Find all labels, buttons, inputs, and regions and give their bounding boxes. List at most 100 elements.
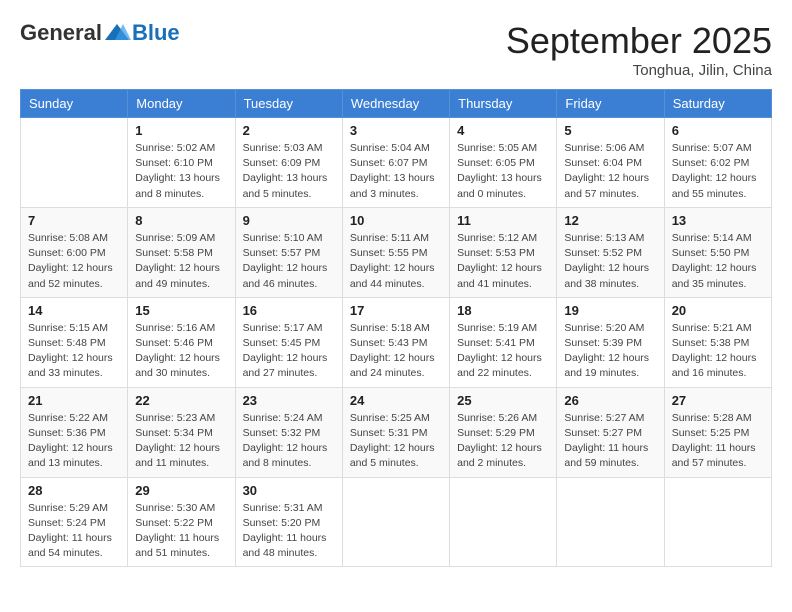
location-text: Tonghua, Jilin, China: [506, 62, 772, 79]
day-number: 8: [135, 213, 227, 228]
day-info: Sunrise: 5:30 AMSunset: 5:22 PMDaylight:…: [135, 501, 227, 562]
calendar-day-cell: 28Sunrise: 5:29 AMSunset: 5:24 PMDayligh…: [21, 477, 128, 567]
calendar-day-header: Thursday: [450, 90, 557, 118]
day-info: Sunrise: 5:24 AMSunset: 5:32 PMDaylight:…: [243, 411, 335, 472]
calendar-week-row: 7Sunrise: 5:08 AMSunset: 6:00 PMDaylight…: [21, 207, 772, 297]
calendar-day-cell: 11 Sunrise: 5:12 AMSunset: 5:53 PMDayligh…: [450, 207, 557, 297]
day-info: Sunrise: 5:17 AMSunset: 5:45 PMDaylight:…: [243, 321, 335, 382]
day-info: Sunrise: 5:19 AMSunset: 5:41 PMDaylight:…: [457, 321, 549, 382]
calendar-day-cell: [664, 477, 771, 567]
calendar-day-cell: 22 Sunrise: 5:23 AMSunset: 5:34 PMDayligh…: [128, 387, 235, 477]
calendar-table: SundayMondayTuesdayWednesdayThursdayFrid…: [20, 89, 772, 567]
day-number: 6: [672, 123, 764, 138]
calendar-day-cell: [342, 477, 449, 567]
day-info: Sunrise: 5:27 AMSunset: 5:27 PMDaylight:…: [564, 411, 656, 472]
calendar-header-row: SundayMondayTuesdayWednesdayThursdayFrid…: [21, 90, 772, 118]
day-info: Sunrise: 5:03 AMSunset: 6:09 PMDaylight:…: [243, 141, 335, 202]
day-info: Sunrise: 5:06 AMSunset: 6:04 PMDaylight:…: [564, 141, 656, 202]
calendar-day-cell: 6 Sunrise: 5:07 AMSunset: 6:02 PMDaylight…: [664, 118, 771, 208]
day-info: Sunrise: 5:26 AMSunset: 5:29 PMDaylight:…: [457, 411, 549, 472]
calendar-day-cell: 10 Sunrise: 5:11 AMSunset: 5:55 PMDayligh…: [342, 207, 449, 297]
calendar-day-cell: 3 Sunrise: 5:04 AMSunset: 6:07 PMDaylight…: [342, 118, 449, 208]
day-number: 26: [564, 393, 656, 408]
day-info: Sunrise: 5:31 AMSunset: 5:20 PMDaylight:…: [243, 501, 335, 562]
day-number: 16: [243, 303, 335, 318]
day-number: 23: [243, 393, 335, 408]
day-info: Sunrise: 5:21 AMSunset: 5:38 PMDaylight:…: [672, 321, 764, 382]
day-info: Sunrise: 5:15 AMSunset: 5:48 PMDaylight:…: [28, 321, 120, 382]
day-number: 7: [28, 213, 120, 228]
day-number: 4: [457, 123, 549, 138]
calendar-week-row: 14 Sunrise: 5:15 AMSunset: 5:48 PMDayligh…: [21, 297, 772, 387]
day-number: 14: [28, 303, 120, 318]
day-number: 21: [28, 393, 120, 408]
day-info: Sunrise: 5:12 AMSunset: 5:53 PMDaylight:…: [457, 231, 549, 292]
calendar-day-header: Tuesday: [235, 90, 342, 118]
day-info: Sunrise: 5:20 AMSunset: 5:39 PMDaylight:…: [564, 321, 656, 382]
calendar-day-cell: 24 Sunrise: 5:25 AMSunset: 5:31 PMDayligh…: [342, 387, 449, 477]
day-info: Sunrise: 5:04 AMSunset: 6:07 PMDaylight:…: [350, 141, 442, 202]
day-number: 30: [243, 483, 335, 498]
day-info: Sunrise: 5:11 AMSunset: 5:55 PMDaylight:…: [350, 231, 442, 292]
day-info: Sunrise: 5:05 AMSunset: 6:05 PMDaylight:…: [457, 141, 549, 202]
calendar-day-cell: 14 Sunrise: 5:15 AMSunset: 5:48 PMDayligh…: [21, 297, 128, 387]
day-number: 24: [350, 393, 442, 408]
calendar-day-cell: 18 Sunrise: 5:19 AMSunset: 5:41 PMDayligh…: [450, 297, 557, 387]
day-info: Sunrise: 5:22 AMSunset: 5:36 PMDaylight:…: [28, 411, 120, 472]
calendar-day-cell: 20 Sunrise: 5:21 AMSunset: 5:38 PMDayligh…: [664, 297, 771, 387]
logo-blue-text: Blue: [132, 20, 180, 46]
calendar-day-cell: 19 Sunrise: 5:20 AMSunset: 5:39 PMDayligh…: [557, 297, 664, 387]
day-number: 20: [672, 303, 764, 318]
day-number: 3: [350, 123, 442, 138]
calendar-day-header: Monday: [128, 90, 235, 118]
day-number: 18: [457, 303, 549, 318]
calendar-day-cell: 17 Sunrise: 5:18 AMSunset: 5:43 PMDayligh…: [342, 297, 449, 387]
calendar-day-header: Saturday: [664, 90, 771, 118]
calendar-day-cell: 8 Sunrise: 5:09 AMSunset: 5:58 PMDaylight…: [128, 207, 235, 297]
day-number: 25: [457, 393, 549, 408]
day-number: 19: [564, 303, 656, 318]
day-number: 15: [135, 303, 227, 318]
logo: General Blue: [20, 20, 180, 46]
calendar-day-cell: 4 Sunrise: 5:05 AMSunset: 6:05 PMDaylight…: [450, 118, 557, 208]
calendar-day-header: Friday: [557, 90, 664, 118]
title-area: September 2025 Tonghua, Jilin, China: [506, 20, 772, 79]
day-number: 17: [350, 303, 442, 318]
day-number: 22: [135, 393, 227, 408]
day-number: 9: [243, 213, 335, 228]
calendar-day-cell: 25 Sunrise: 5:26 AMSunset: 5:29 PMDayligh…: [450, 387, 557, 477]
calendar-week-row: 21 Sunrise: 5:22 AMSunset: 5:36 PMDayligh…: [21, 387, 772, 477]
calendar-day-cell: 16 Sunrise: 5:17 AMSunset: 5:45 PMDayligh…: [235, 297, 342, 387]
calendar-day-cell: 9 Sunrise: 5:10 AMSunset: 5:57 PMDaylight…: [235, 207, 342, 297]
calendar-day-cell: 7Sunrise: 5:08 AMSunset: 6:00 PMDaylight…: [21, 207, 128, 297]
day-number: 12: [564, 213, 656, 228]
day-info: Sunrise: 5:23 AMSunset: 5:34 PMDaylight:…: [135, 411, 227, 472]
day-info: Sunrise: 5:25 AMSunset: 5:31 PMDaylight:…: [350, 411, 442, 472]
page-header: General Blue September 2025 Tonghua, Jil…: [20, 20, 772, 79]
calendar-day-cell: [21, 118, 128, 208]
calendar-week-row: 1Sunrise: 5:02 AMSunset: 6:10 PMDaylight…: [21, 118, 772, 208]
calendar-day-header: Wednesday: [342, 90, 449, 118]
day-info: Sunrise: 5:02 AMSunset: 6:10 PMDaylight:…: [135, 141, 227, 202]
calendar-day-header: Sunday: [21, 90, 128, 118]
day-info: Sunrise: 5:07 AMSunset: 6:02 PMDaylight:…: [672, 141, 764, 202]
day-number: 11: [457, 213, 549, 228]
day-number: 10: [350, 213, 442, 228]
day-info: Sunrise: 5:10 AMSunset: 5:57 PMDaylight:…: [243, 231, 335, 292]
logo-icon: [103, 22, 131, 44]
month-title: September 2025: [506, 20, 772, 62]
day-info: Sunrise: 5:09 AMSunset: 5:58 PMDaylight:…: [135, 231, 227, 292]
calendar-day-cell: [450, 477, 557, 567]
calendar-day-cell: 21 Sunrise: 5:22 AMSunset: 5:36 PMDayligh…: [21, 387, 128, 477]
day-info: Sunrise: 5:28 AMSunset: 5:25 PMDaylight:…: [672, 411, 764, 472]
day-info: Sunrise: 5:18 AMSunset: 5:43 PMDaylight:…: [350, 321, 442, 382]
day-info: Sunrise: 5:14 AMSunset: 5:50 PMDaylight:…: [672, 231, 764, 292]
calendar-week-row: 28Sunrise: 5:29 AMSunset: 5:24 PMDayligh…: [21, 477, 772, 567]
logo-general-text: General: [20, 20, 102, 46]
calendar-day-cell: 12Sunrise: 5:13 AMSunset: 5:52 PMDayligh…: [557, 207, 664, 297]
day-info: Sunrise: 5:29 AMSunset: 5:24 PMDaylight:…: [28, 501, 120, 562]
calendar-day-cell: 23 Sunrise: 5:24 AMSunset: 5:32 PMDayligh…: [235, 387, 342, 477]
calendar-day-cell: 15Sunrise: 5:16 AMSunset: 5:46 PMDayligh…: [128, 297, 235, 387]
day-number: 29: [135, 483, 227, 498]
day-number: 5: [564, 123, 656, 138]
